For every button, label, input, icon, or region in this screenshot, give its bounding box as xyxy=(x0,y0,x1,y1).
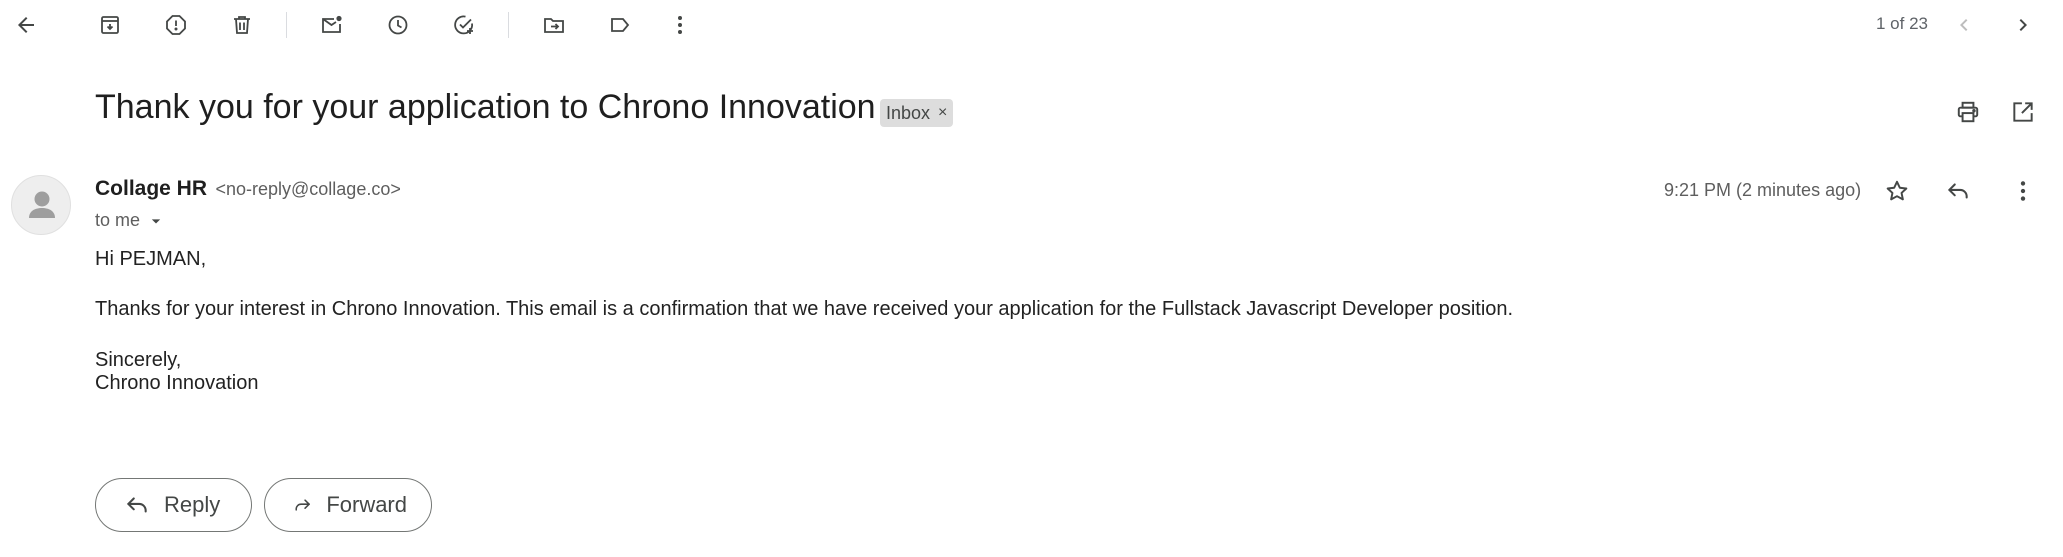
back-button[interactable] xyxy=(6,5,46,45)
email-subject: Thank you for your application to Chrono… xyxy=(95,88,876,126)
reply-icon xyxy=(127,497,147,513)
recipient-text: to me xyxy=(95,210,141,230)
toolbar-divider xyxy=(508,12,509,38)
add-to-tasks-button[interactable] xyxy=(444,5,484,45)
recipient-details-toggle[interactable]: to me xyxy=(95,210,166,231)
toolbar-divider xyxy=(286,12,287,38)
more-vert-icon xyxy=(678,16,682,34)
move-to-button[interactable] xyxy=(534,5,574,45)
newer-button[interactable] xyxy=(1944,5,1984,45)
email-timestamp: 9:21 PM (2 minutes ago) xyxy=(1664,180,1862,200)
archive-icon xyxy=(101,16,119,34)
sender-email: <no-reply@collage.co> xyxy=(215,179,401,199)
move-to-icon xyxy=(544,18,564,33)
snooze-icon xyxy=(388,15,408,35)
label-chip-text: Inbox xyxy=(886,102,931,123)
toolbar: 1 of 23 xyxy=(0,0,2063,50)
open-new-window-button[interactable] xyxy=(2003,92,2043,132)
print-icon xyxy=(1957,101,1979,123)
forward-icon xyxy=(295,499,310,511)
report-spam-button[interactable] xyxy=(156,5,196,45)
more-vert-icon xyxy=(2020,181,2026,201)
avatar[interactable] xyxy=(11,175,71,235)
reply-icon xyxy=(1948,183,1968,199)
label-chip-inbox: Inbox × xyxy=(880,99,954,127)
sender-name[interactable]: Collage HR xyxy=(95,177,207,200)
caret-down-icon xyxy=(151,218,161,223)
body-paragraph: Thanks for your interest in Chrono Innov… xyxy=(95,298,1514,320)
pager-count: 1 of 23 xyxy=(1876,14,1928,33)
forward-button-label: Forward xyxy=(326,492,407,517)
body-greeting: Hi PEJMAN, xyxy=(95,248,207,270)
remove-label-button[interactable]: × xyxy=(938,104,947,122)
star-button[interactable] xyxy=(1877,171,1917,211)
delete-button[interactable] xyxy=(222,5,262,45)
star-icon xyxy=(1886,180,1908,201)
older-button[interactable] xyxy=(2003,5,2043,45)
chevron-left-icon xyxy=(1960,19,1968,31)
body-signature: Chrono Innovation xyxy=(95,372,259,394)
add-task-icon xyxy=(454,15,473,35)
message-more-button[interactable] xyxy=(2003,171,2043,211)
mark-unread-icon xyxy=(322,15,342,33)
body-signoff: Sincerely, xyxy=(95,349,182,371)
delete-icon xyxy=(234,16,250,34)
reply-header-button[interactable] xyxy=(1938,171,1978,211)
back-arrow-icon xyxy=(18,17,34,33)
mark-unread-button[interactable] xyxy=(312,5,352,45)
chevron-right-icon xyxy=(2019,19,2027,31)
open-in-new-icon xyxy=(2013,102,2033,122)
print-button[interactable] xyxy=(1948,92,1988,132)
report-spam-icon xyxy=(166,15,186,35)
forward-button[interactable]: Forward xyxy=(264,478,432,532)
sender-line: Collage HR <no-reply@collage.co> xyxy=(95,177,401,201)
label-icon xyxy=(611,18,630,32)
reply-button[interactable]: Reply xyxy=(95,478,252,532)
more-options-button[interactable] xyxy=(660,5,700,45)
reply-button-label: Reply xyxy=(164,492,221,517)
labels-button[interactable] xyxy=(600,5,640,45)
archive-button[interactable] xyxy=(90,5,130,45)
snooze-button[interactable] xyxy=(378,5,418,45)
person-icon xyxy=(29,191,55,218)
